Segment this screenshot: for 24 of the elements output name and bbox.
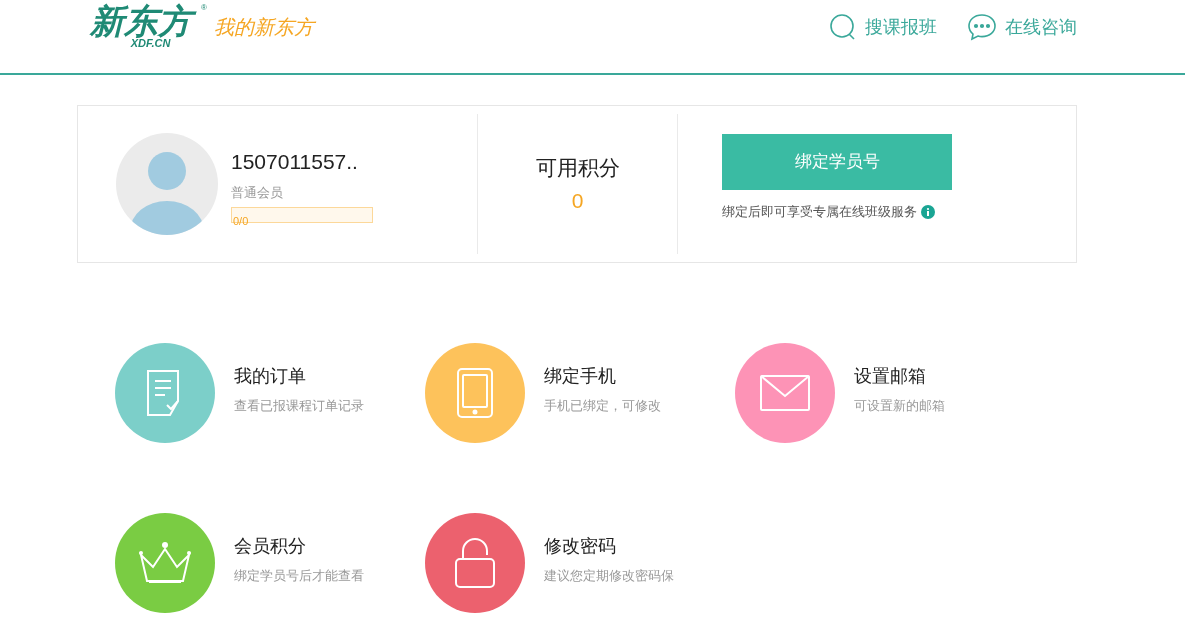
feature-title[interactable]: 会员积分	[234, 532, 364, 560]
feature-title[interactable]: 修改密码	[544, 532, 674, 560]
logo[interactable]: 新东方 XDF.CN ®	[88, 2, 208, 52]
progress-text: 0/0	[232, 214, 249, 227]
info-icon[interactable]	[921, 204, 935, 219]
feature-description: 查看已报课程订单记录	[234, 396, 364, 415]
chat-icon	[967, 13, 997, 41]
search-icon	[829, 13, 857, 41]
padlock-icon	[453, 537, 497, 589]
feature-description: 可设置新的邮箱	[854, 396, 945, 415]
feature-title[interactable]: 绑定手机	[544, 362, 661, 390]
points-value: 0	[571, 188, 584, 214]
binding-note: 绑定后即可享受专属在线班级服务	[722, 203, 917, 221]
feature-description: 手机已绑定，可修改	[544, 396, 661, 415]
crown-icon	[137, 541, 193, 585]
points-label: 可用积分	[535, 154, 620, 181]
feature-description: 绑定学员号后才能查看	[234, 566, 364, 585]
feature-description: 建议您定期修改密码保	[544, 566, 674, 585]
username: 1507011557..	[231, 148, 359, 175]
envelope-icon	[758, 373, 812, 413]
member-level: 普通会员	[231, 184, 284, 202]
feature-title[interactable]: 我的订单	[234, 362, 364, 390]
feature-title[interactable]: 设置邮箱	[854, 362, 945, 390]
site-name: 我的新东方	[214, 14, 314, 40]
